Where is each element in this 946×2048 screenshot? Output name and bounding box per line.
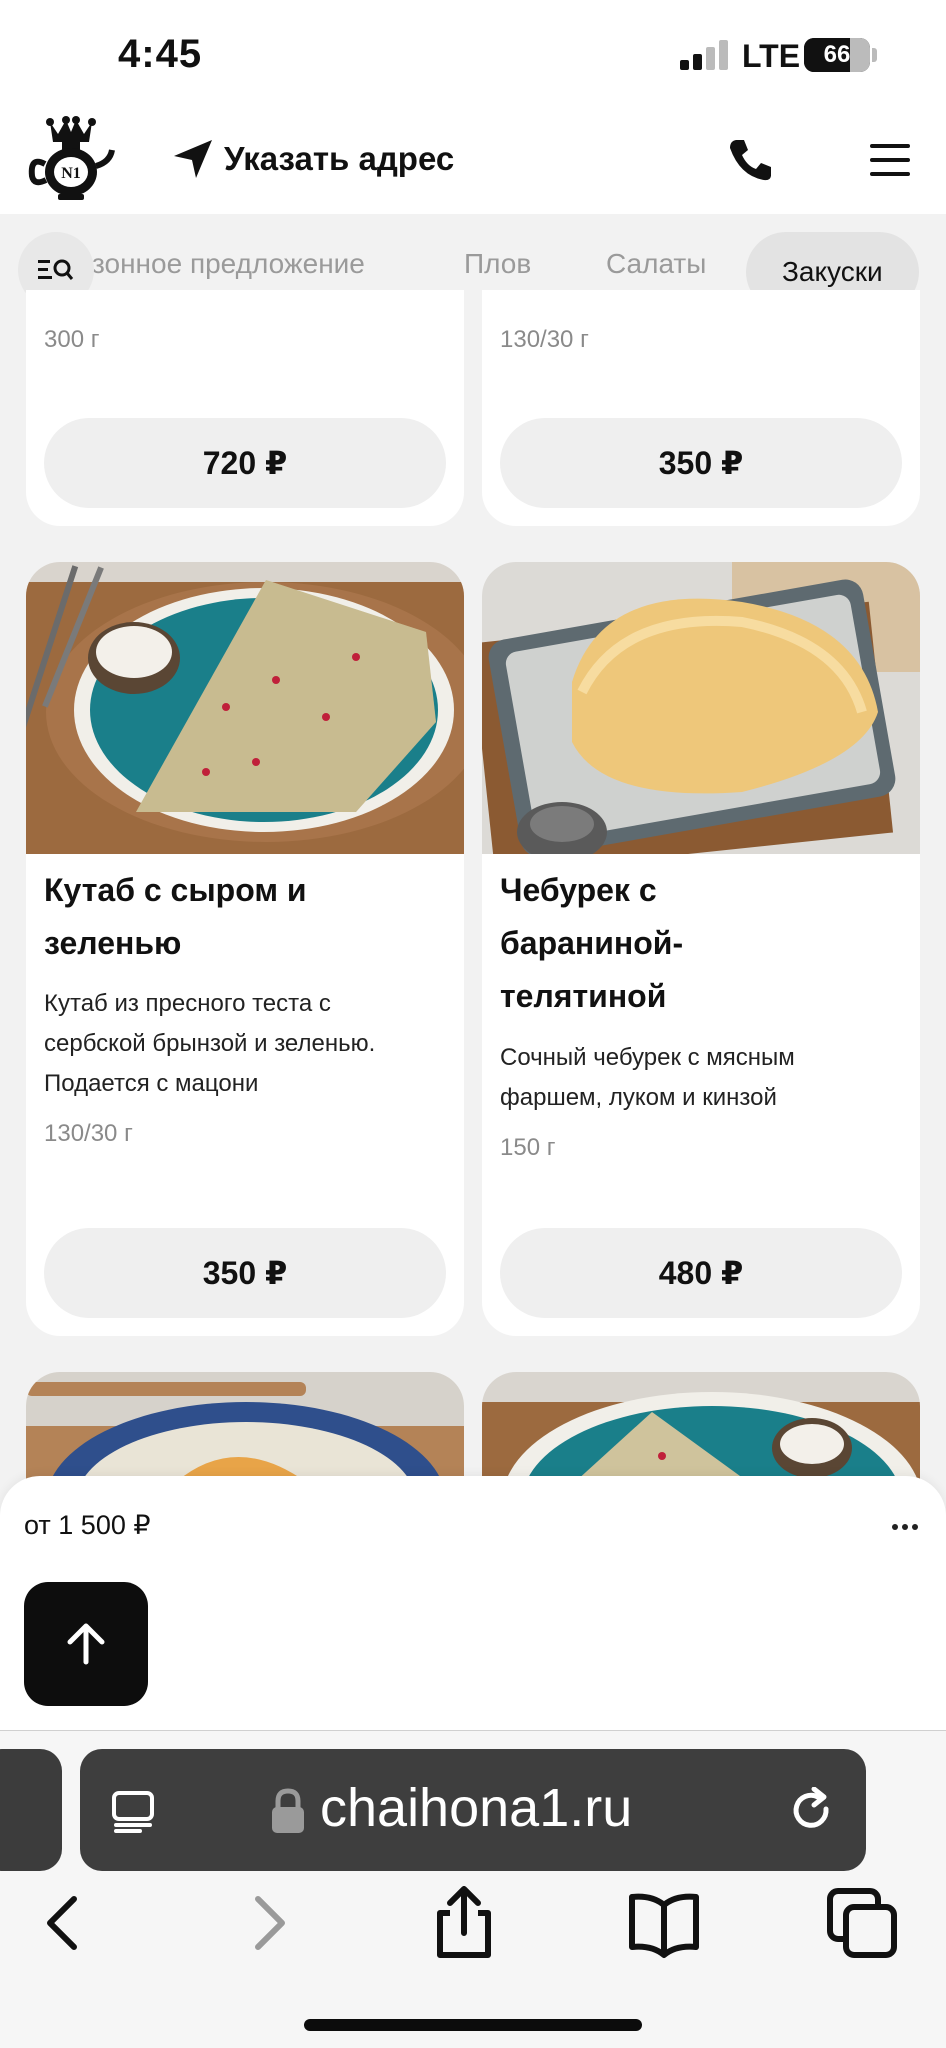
product-description-line: фаршем, луком и кинзой	[500, 1084, 777, 1111]
product-photo-cheburek	[482, 562, 920, 854]
home-indicator	[304, 2019, 642, 2031]
product-description-line: сербской брынзой и зеленью.	[44, 1030, 376, 1057]
battery-cap	[872, 48, 877, 62]
product-title-line: зеленью	[44, 925, 182, 961]
address-label: Указать адрес	[224, 140, 455, 177]
bottom-sheet: от 1 500 ₽	[0, 1476, 946, 1732]
site-header: N1 Указать адрес	[0, 110, 946, 214]
product-title-line: телятиной	[500, 978, 667, 1014]
lock-icon	[272, 1788, 304, 1833]
location-arrow-icon	[174, 140, 212, 178]
product-description-line: Кутаб из пресного теста с	[44, 990, 331, 1017]
svg-text:N1: N1	[61, 165, 81, 182]
battery-level: 66	[823, 41, 851, 68]
scroll-up-button[interactable]	[24, 1582, 148, 1706]
product-photo-kutab	[26, 562, 464, 854]
status-time: 4:45	[118, 32, 203, 76]
arrow-up-icon	[67, 1623, 105, 1665]
tab-salads[interactable]: Салаты	[606, 248, 706, 280]
reader-icon[interactable]	[110, 1789, 156, 1835]
product-description-line: Подается с мацони	[44, 1070, 259, 1097]
reload-icon[interactable]	[788, 1787, 836, 1835]
price-button[interactable]: 720 ₽	[44, 418, 446, 508]
network-type: LTE	[742, 38, 801, 74]
product-weight: 130/30 г	[500, 326, 589, 353]
tabs-icon[interactable]	[824, 1885, 900, 1961]
address-bar[interactable]: chaihona1.ru	[80, 1749, 866, 1871]
min-order-price: от 1 500 ₽	[24, 1510, 151, 1540]
battery-icon: 66	[804, 38, 870, 72]
status-bar: 4:45 LTE 66	[0, 0, 946, 110]
product-title-line: Чебурек с	[500, 872, 657, 908]
share-icon[interactable]	[426, 1885, 502, 1961]
product-card[interactable]: 130/30 г 350 ₽	[482, 290, 920, 526]
specify-address-button[interactable]: Указать адрес	[172, 138, 454, 180]
browser-toolbar: chaihona1.ru	[0, 1730, 946, 2048]
phone-icon[interactable]	[726, 136, 774, 184]
price-button[interactable]: 480 ₽	[500, 1228, 902, 1318]
tab-plov[interactable]: Плов	[464, 248, 531, 280]
product-weight: 130/30 г	[44, 1120, 133, 1147]
price-button[interactable]: 350 ₽	[500, 418, 902, 508]
price-button[interactable]: 350 ₽	[44, 1228, 446, 1318]
product-weight: 150 г	[500, 1134, 556, 1161]
hamburger-menu-icon[interactable]	[870, 142, 914, 178]
tab-seasonal-offer[interactable]: зонное предложение	[92, 248, 365, 280]
product-card[interactable]: 300 г 720 ₽	[26, 290, 464, 526]
teapot-logo-icon[interactable]: N1	[26, 114, 116, 204]
product-card[interactable]: Чебурек с бараниной- телятиной Сочный че…	[482, 562, 920, 1336]
url-text: chaihona1.ru	[320, 1778, 633, 1838]
bookmarks-icon[interactable]	[626, 1885, 702, 1961]
forward-icon[interactable]	[230, 1885, 306, 1961]
more-dots-icon[interactable]	[892, 1524, 922, 1532]
product-weight: 300 г	[44, 326, 100, 353]
product-title-line: бараниной-	[500, 925, 684, 961]
product-description-line: Сочный чебурек с мясным	[500, 1044, 795, 1071]
signal-strength-icon	[680, 40, 730, 70]
back-icon[interactable]	[26, 1885, 102, 1961]
product-card[interactable]: Кутаб с сыром и зеленью Кутаб из пресног…	[26, 562, 464, 1336]
previous-tab-peek[interactable]	[0, 1749, 62, 1871]
product-title-line: Кутаб с сыром и	[44, 872, 307, 908]
